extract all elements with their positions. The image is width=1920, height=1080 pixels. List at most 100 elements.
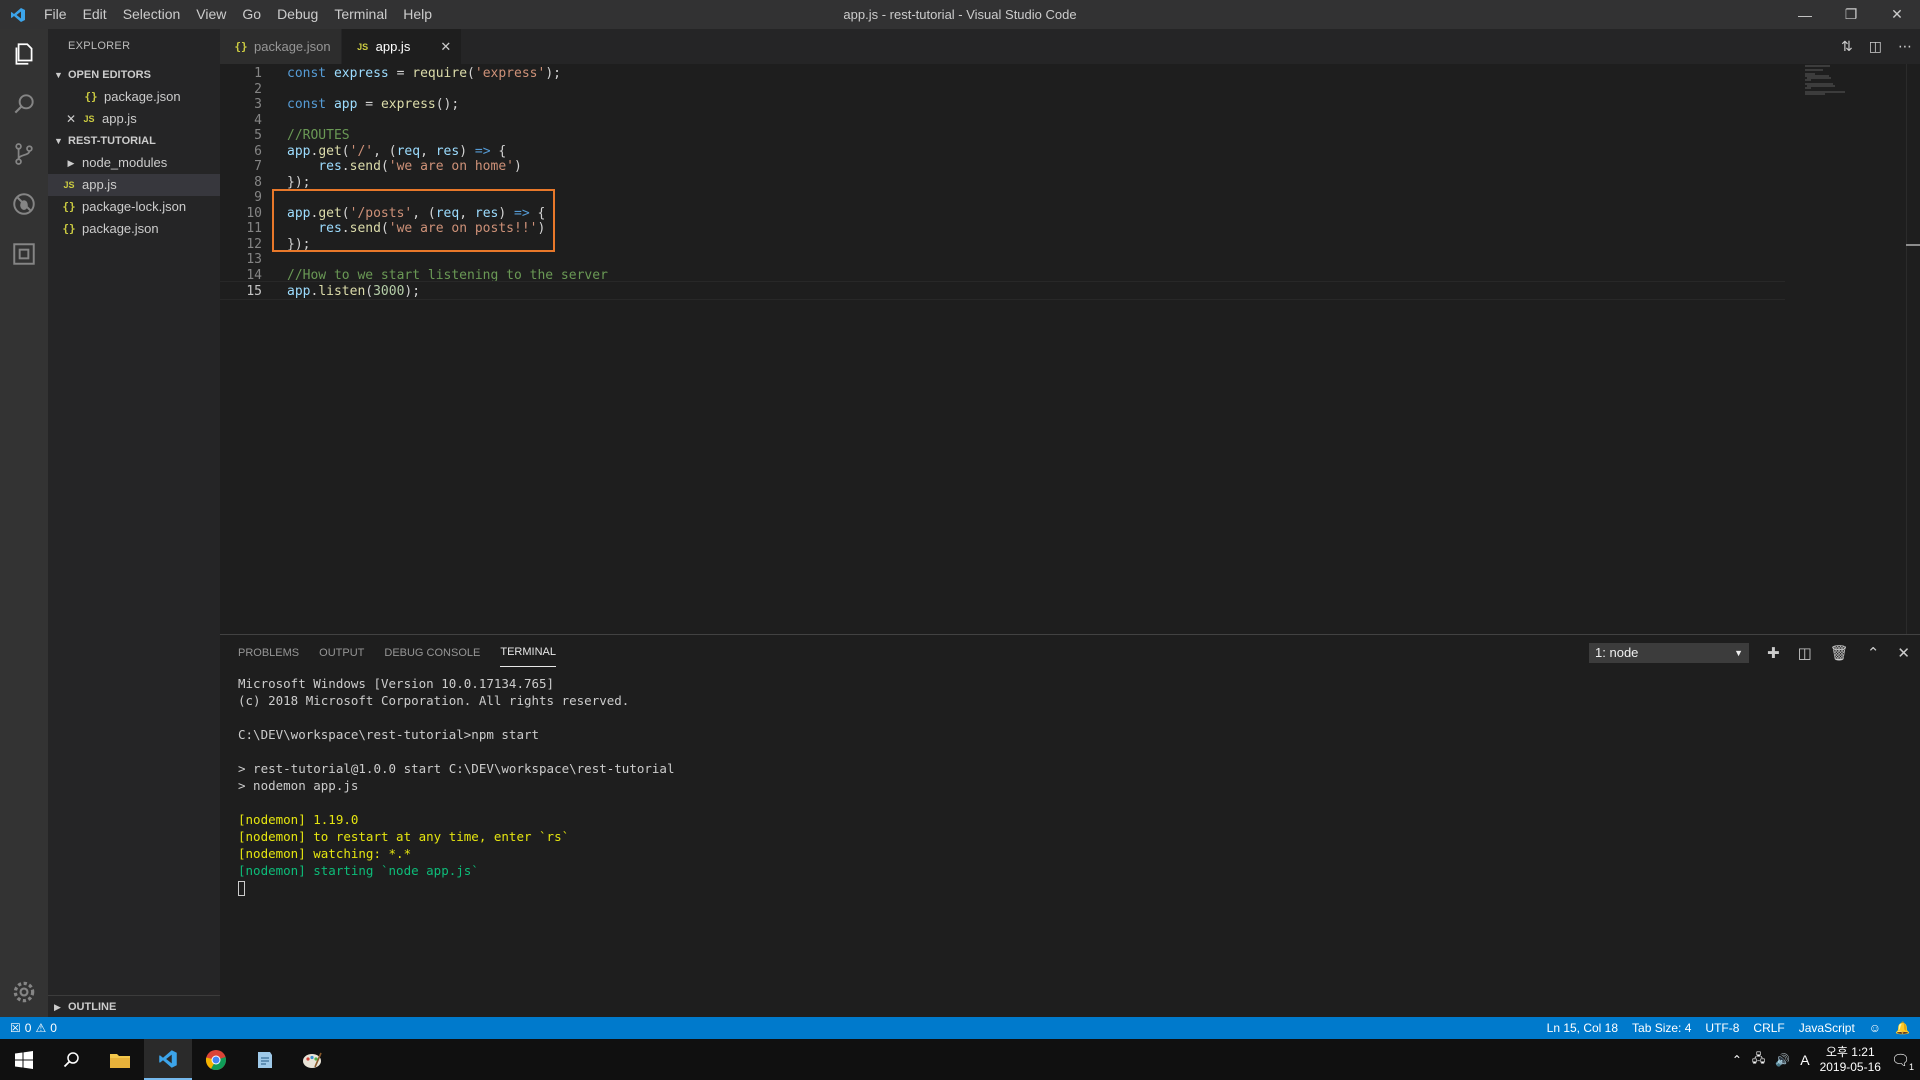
open-editor-item[interactable]: ✕ JS app.js: [48, 108, 220, 130]
code-line-current: 15 app.listen(3000);: [220, 281, 1785, 300]
minimap[interactable]: [1785, 64, 1920, 634]
minimize-button[interactable]: —: [1782, 0, 1828, 29]
source-control-icon[interactable]: [0, 129, 48, 179]
action-center-icon[interactable]: 🗨 1: [1891, 1051, 1914, 1072]
open-editors-section[interactable]: ▼ OPEN EDITORS: [48, 64, 220, 86]
trash-icon[interactable]: 🗑: [1830, 644, 1849, 662]
error-icon: ☒: [10, 1021, 21, 1035]
file-tree-item[interactable]: {} package-lock.json: [48, 196, 220, 218]
js-file-icon: JS: [357, 41, 369, 52]
maximize-panel-chevron-up-icon[interactable]: ⌃: [1867, 644, 1880, 662]
tab-app-js[interactable]: JS app.js ✕: [341, 29, 463, 64]
menu-edit[interactable]: Edit: [75, 0, 115, 29]
menu-help[interactable]: Help: [395, 0, 440, 29]
split-terminal-icon[interactable]: ◫: [1798, 644, 1812, 662]
menu-debug[interactable]: Debug: [269, 0, 326, 29]
taskbar-search-icon[interactable]: [48, 1039, 96, 1080]
debug-icon[interactable]: [0, 179, 48, 229]
system-tray: ⌃ 🖧 🔊 A 오후 1:21 2019-05-16 🗨 1: [1732, 1039, 1920, 1080]
network-icon[interactable]: 🖧: [1752, 1049, 1765, 1070]
more-actions-icon[interactable]: ⋯: [1898, 38, 1912, 55]
explorer-sidebar: EXPLORER ▼ OPEN EDITORS {} package.json …: [48, 29, 220, 1017]
file-tree-item[interactable]: JS app.js: [48, 174, 220, 196]
scroll-position-marker: [1906, 244, 1920, 246]
open-editor-item[interactable]: {} package.json: [48, 86, 220, 108]
ime-indicator[interactable]: A: [1800, 1052, 1809, 1068]
file-tree-item[interactable]: {} package.json: [48, 218, 220, 240]
close-icon[interactable]: ✕: [62, 108, 80, 130]
file-label: package-lock.json: [82, 199, 187, 214]
terminal-cursor: [238, 881, 245, 896]
vscode-taskbar-icon[interactable]: [144, 1039, 192, 1080]
warning-count: 0: [50, 1021, 57, 1035]
warning-icon: ⚠: [35, 1021, 47, 1035]
line-ending[interactable]: CRLF: [1753, 1021, 1784, 1035]
show-hidden-icons-chevron-up-icon[interactable]: ⌃: [1732, 1053, 1742, 1067]
open-changes-icon[interactable]: ⇅: [1841, 38, 1853, 55]
tab-output[interactable]: OUTPUT: [319, 639, 364, 667]
windows-start-icon[interactable]: [0, 1039, 48, 1080]
file-tree-item[interactable]: ▶ node_modules: [48, 152, 220, 174]
menu-terminal[interactable]: Terminal: [326, 0, 395, 29]
clock[interactable]: 오후 1:21 2019-05-16: [1820, 1045, 1881, 1075]
chevron-down-icon: ▼: [54, 70, 63, 80]
tab-package-json[interactable]: {} package.json: [220, 29, 342, 64]
explorer-icon[interactable]: [0, 29, 48, 79]
terminal-line: (c) 2018 Microsoft Corporation. All righ…: [238, 693, 630, 708]
menu-go[interactable]: Go: [234, 0, 269, 29]
terminal-output[interactable]: Microsoft Windows [Version 10.0.17134.76…: [238, 675, 675, 896]
tab-terminal[interactable]: TERMINAL: [500, 638, 556, 667]
encoding[interactable]: UTF-8: [1705, 1021, 1739, 1035]
tab-label: app.js: [375, 39, 411, 54]
close-tab-icon[interactable]: ✕: [440, 39, 451, 55]
terminal-select[interactable]: 1: node ▼: [1589, 642, 1750, 663]
editor-scrollbar[interactable]: [1906, 64, 1920, 634]
file-explorer-icon[interactable]: [96, 1039, 144, 1080]
line-number: 15: [246, 284, 262, 299]
close-window-button[interactable]: ✕: [1874, 0, 1920, 29]
error-count: 0: [24, 1021, 32, 1035]
chrome-icon[interactable]: [192, 1039, 240, 1080]
menu-bar: File Edit Selection View Go Debug Termin…: [36, 0, 440, 29]
split-editor-icon[interactable]: ◫: [1869, 38, 1882, 55]
extensions-icon[interactable]: [0, 229, 48, 279]
notes-app-icon[interactable]: [240, 1039, 288, 1080]
terminal-line: [nodemon] watching: *.*: [238, 846, 412, 861]
menu-selection[interactable]: Selection: [115, 0, 189, 29]
outline-section[interactable]: ▶ OUTLINE: [48, 995, 220, 1017]
project-section[interactable]: ▼ REST-TUTORIAL: [48, 130, 220, 152]
restore-button[interactable]: ❐: [1828, 0, 1874, 29]
tab-size[interactable]: Tab Size: 4: [1632, 1021, 1691, 1035]
problems-status[interactable]: ☒ 0 ⚠ 0: [0, 1021, 57, 1035]
terminal-line: [nodemon] to restart at any time, enter …: [238, 829, 570, 844]
open-editor-label: package.json: [104, 89, 181, 104]
js-file-icon: JS: [63, 180, 75, 190]
chevron-right-icon: ▶: [67, 158, 75, 168]
menu-file[interactable]: File: [36, 0, 75, 29]
project-label: REST-TUTORIAL: [68, 135, 156, 147]
minimap-preview: [1805, 65, 1845, 95]
json-file-icon: {}: [234, 40, 248, 53]
language-mode[interactable]: JavaScript: [1799, 1021, 1855, 1035]
code-editor[interactable]: 1 const express = require('express'); 2 3…: [220, 64, 1920, 634]
terminal-line: [nodemon] starting `node app.js`: [238, 863, 479, 878]
notifications-bell-icon[interactable]: 🔔: [1895, 1021, 1910, 1035]
menu-view[interactable]: View: [188, 0, 234, 29]
tab-debug-console[interactable]: DEBUG CONSOLE: [384, 639, 480, 667]
title-bar: File Edit Selection View Go Debug Termin…: [0, 0, 1920, 29]
cursor-position[interactable]: Ln 15, Col 18: [1547, 1021, 1618, 1035]
feedback-smiley-icon[interactable]: ☺: [1869, 1021, 1881, 1035]
new-terminal-plus-icon[interactable]: ✚: [1767, 644, 1780, 662]
paint-app-icon[interactable]: [288, 1039, 336, 1080]
volume-icon[interactable]: 🔊: [1775, 1053, 1790, 1067]
chevron-right-icon: ▶: [54, 1001, 61, 1012]
outline-label: OUTLINE: [68, 1000, 117, 1013]
clock-time: 오후 1:21: [1825, 1044, 1875, 1059]
settings-gear-icon[interactable]: [0, 967, 48, 1017]
notification-count: 1: [1908, 1061, 1914, 1072]
folder-label: node_modules: [82, 155, 168, 170]
tab-problems[interactable]: PROBLEMS: [238, 639, 299, 667]
search-icon[interactable]: [0, 79, 48, 129]
close-panel-icon[interactable]: ✕: [1897, 644, 1910, 662]
